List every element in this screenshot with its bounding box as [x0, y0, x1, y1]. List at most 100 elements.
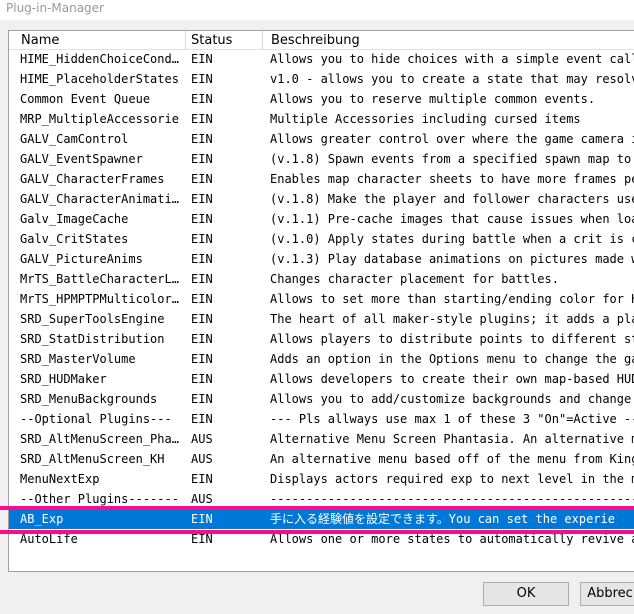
table-row[interactable]: SRD_SuperToolsEngine EIN The heart of all …	[9, 309, 634, 329]
plugin-name: HIME_PlaceholderStates	[20, 72, 179, 86]
window-title: Plug-in-Manager	[0, 0, 634, 20]
plugin-description: Alternative Menu Screen Phantasia. An al…	[270, 432, 634, 446]
table-row[interactable]: GALV_CamControl EIN Allows greater control…	[9, 129, 634, 149]
plugin-status: EIN	[191, 332, 213, 346]
plugin-name: SRD_AltMenuScreen_Pha…	[20, 432, 179, 446]
plugin-description: (v.1.0) Apply states during battle when …	[270, 232, 634, 246]
plugin-status: EIN	[191, 412, 213, 426]
plugin-name: Common Event Queue	[20, 92, 151, 106]
table-row[interactable]: GALV_CharacterAnimati… EIN (v.1.8) Make th…	[9, 189, 634, 209]
table-row[interactable]: HIME_HiddenChoiceCond… EIN Allows you to h…	[9, 49, 634, 69]
table-row[interactable]: AB_Exp EIN 手に入る経験値を設定できます。You can set the …	[9, 509, 634, 529]
plugin-name: GALV_EventSpawner	[20, 152, 143, 166]
table-row[interactable]: MrTS_HPMPTPMulticolor… EIN Allows to set m…	[9, 289, 634, 309]
plugin-name: SRD_MasterVolume	[20, 352, 136, 366]
plugin-name: MrTS_BattleCharacterL…	[20, 272, 179, 286]
table-row[interactable]: AutoLife EIN Allows one or more states to …	[9, 529, 634, 549]
table-row[interactable]: Galv_ImageCache EIN (v.1.1) Pre-cache imag…	[9, 209, 634, 229]
table-row[interactable]: SRD_HUDMaker EIN Allows developers to crea…	[9, 369, 634, 389]
plugin-status: EIN	[191, 52, 213, 66]
plugin-status: AUS	[191, 432, 213, 446]
table-row[interactable]: Galv_CritStates EIN (v.1.0) Apply states d…	[9, 229, 634, 249]
table-row[interactable]: SRD_MenuBackgrounds EIN Allows you to add/…	[9, 389, 634, 409]
plugin-description: Allows players to distribute points to d…	[270, 332, 634, 346]
plugin-description: --- Pls allways use max 1 of these 3 "On…	[270, 412, 634, 426]
plugin-status: EIN	[191, 112, 213, 126]
plugin-status: EIN	[191, 172, 213, 186]
plugin-description: Allows you to add/customize backgrounds …	[270, 392, 634, 406]
plugin-description: Allows one or more states to automatical…	[270, 532, 634, 546]
plugin-description: (v.1.8) Make the player and follower cha…	[270, 192, 634, 206]
plugin-description: Allows you to hide choices with a simple…	[270, 52, 634, 66]
plugin-status: EIN	[191, 92, 213, 106]
plugin-description: Adds an option in the Options menu to ch…	[270, 352, 634, 366]
plugin-description: Allows to set more than starting/ending …	[270, 292, 634, 306]
plugin-name: SRD_AltMenuScreen_KH	[20, 452, 165, 466]
plugin-description: Changes character placement for battles.	[270, 272, 559, 286]
plugin-status: AUS	[191, 492, 213, 506]
table-row[interactable]: GALV_PictureAnims EIN (v.1.3) Play databas…	[9, 249, 634, 269]
plugin-status: EIN	[191, 292, 213, 306]
table-row[interactable]: --Optional Plugins--- EIN --- Pls allways …	[9, 409, 634, 429]
column-divider[interactable]	[262, 31, 263, 49]
table-row[interactable]: HIME_PlaceholderStates EIN v1.0 - allows y…	[9, 69, 634, 89]
plugin-name: GALV_PictureAnims	[20, 252, 143, 266]
plugin-list[interactable]: Name Status Beschreibung HIME_HiddenChoi…	[8, 30, 634, 572]
plugin-status: EIN	[191, 152, 213, 166]
table-row[interactable]: SRD_AltMenuScreen_Pha… AUS Alternative Men…	[9, 429, 634, 449]
plugin-name: AB_Exp	[20, 512, 64, 526]
plugin-status: EIN	[191, 532, 213, 546]
plugin-name: MrTS_HPMPTPMulticolor…	[20, 292, 179, 306]
plugin-status: EIN	[191, 132, 213, 146]
plugin-status: EIN	[191, 312, 213, 326]
column-header-name[interactable]: Name	[17, 31, 189, 49]
plugin-description: An alternative menu based off of the men…	[270, 452, 634, 466]
plugin-status: EIN	[191, 252, 213, 266]
table-row[interactable]: --Other Plugins-------- AUS --------------…	[9, 489, 634, 509]
plugin-name: SRD_SuperToolsEngine	[20, 312, 165, 326]
table-row[interactable]: MRP_MultipleAccessories EIN Multiple Acces…	[9, 109, 634, 129]
table-row[interactable]: SRD_MasterVolume EIN Adds an option in the…	[9, 349, 634, 369]
plugin-status: EIN	[191, 392, 213, 406]
plugin-name: GALV_CharacterFrames	[20, 172, 165, 186]
table-row[interactable]: MrTS_BattleCharacterL… EIN Changes charact…	[9, 269, 634, 289]
plugin-name: --Optional Plugins---	[20, 412, 172, 426]
cancel-button[interactable]: Abbrec	[580, 582, 634, 606]
plugin-name: --Other Plugins--------	[20, 492, 180, 506]
plugin-status: EIN	[191, 232, 213, 246]
ok-button[interactable]: OK	[483, 582, 569, 606]
plugin-name: GALV_CharacterAnimati…	[20, 192, 179, 206]
table-row[interactable]: Common Event Queue EIN Allows you to reser…	[9, 89, 634, 109]
plugin-description: ----------------------------------------…	[270, 492, 634, 506]
table-row[interactable]: GALV_EventSpawner EIN (v.1.8) Spawn events…	[9, 149, 634, 169]
column-header-description[interactable]: Beschreibung	[267, 31, 634, 49]
plugin-status: EIN	[191, 352, 213, 366]
table-row[interactable]: MenuNextExp EIN Displays actors required e…	[9, 469, 634, 489]
plugin-description: Allows you to reserve multiple common ev…	[270, 92, 596, 106]
plugin-description: Displays actors required exp to next lev…	[270, 472, 634, 486]
plugin-description: (v.1.1) Pre-cache images that cause issu…	[270, 212, 634, 226]
plugin-status: EIN	[191, 512, 213, 526]
table-row[interactable]: SRD_AltMenuScreen_KH AUS An alternative me…	[9, 449, 634, 469]
column-divider[interactable]	[185, 31, 186, 49]
plugin-name: Galv_CritStates	[20, 232, 129, 246]
plugin-description: Allows developers to create their own ma…	[270, 372, 634, 386]
plugin-description: v1.0 - allows you to create a state that…	[270, 72, 634, 86]
plugin-name: Galv_ImageCache	[20, 212, 129, 226]
table-row[interactable]: SRD_StatDistribution EIN Allows players to…	[9, 329, 634, 349]
plugin-name: GALV_CamControl	[20, 132, 129, 146]
plugin-status: AUS	[191, 452, 213, 466]
plugin-status: EIN	[191, 72, 213, 86]
plugin-description: (v.1.3) Play database animations on pict…	[270, 252, 634, 266]
plugin-description: Multiple Accessories including cursed it…	[270, 112, 581, 126]
plugin-name: MRP_MultipleAccessories	[20, 112, 180, 126]
plugin-name: SRD_StatDistribution	[20, 332, 165, 346]
plugin-status: EIN	[191, 272, 213, 286]
table-row[interactable]: GALV_CharacterFrames EIN Enables map chara…	[9, 169, 634, 189]
column-header-status[interactable]: Status	[187, 31, 267, 49]
list-header: Name Status Beschreibung	[9, 31, 634, 50]
plugin-description: (v.1.8) Spawn events from a specified sp…	[270, 152, 634, 166]
plugin-description: The heart of all maker-style plugins; it…	[270, 312, 634, 326]
plugin-description: 手に入る経験値を設定できます。You can set the experie	[270, 512, 615, 526]
plugin-name: SRD_HUDMaker	[20, 372, 107, 386]
